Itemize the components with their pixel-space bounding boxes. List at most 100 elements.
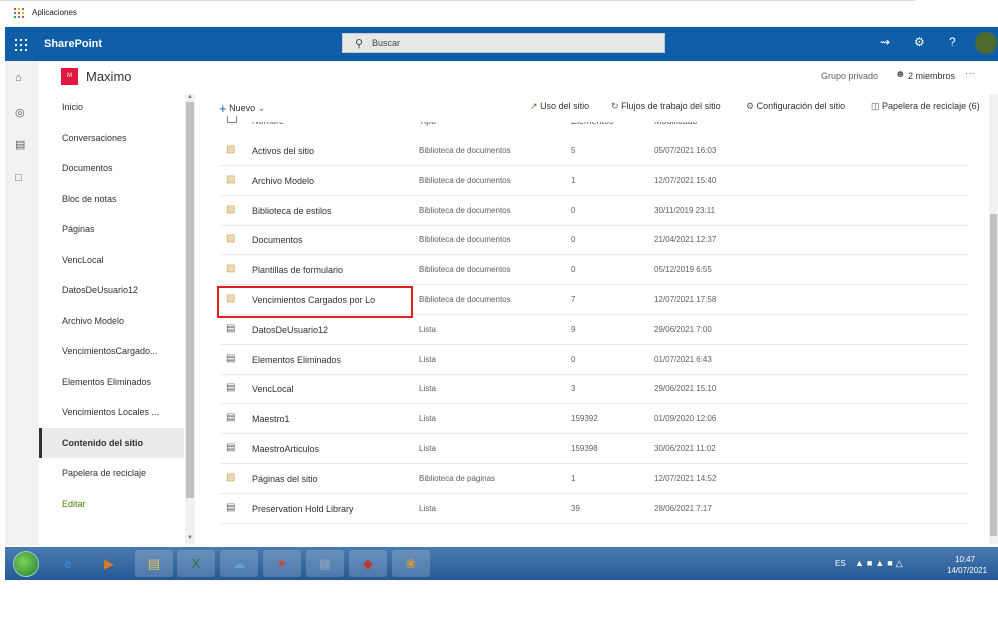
row-type: Biblioteca de documentos bbox=[419, 295, 511, 304]
row-name[interactable]: Maestro1 bbox=[252, 414, 382, 424]
nav-item-vencimientos-cargados[interactable]: VencimientosCargado... bbox=[62, 346, 158, 356]
taskbar: e ▶ ▤ X ☁ ✶ ▦ ◆ ❀ ES ▲■▲■△ 10:47 14/07/2021 bbox=[5, 547, 998, 580]
search-icon: ⚲ bbox=[355, 38, 364, 50]
row-name[interactable]: DatosDeUsuario12 bbox=[252, 325, 382, 335]
media-player-icon: ▶ bbox=[104, 556, 114, 571]
document-icon[interactable]: □ bbox=[15, 172, 22, 184]
row-type: Lista bbox=[419, 414, 436, 423]
nav-item-datosdeusuario12[interactable]: DatosDeUsuario12 bbox=[62, 285, 138, 295]
row-count: 159398 bbox=[571, 444, 598, 453]
row-name[interactable]: Activos del sitio bbox=[252, 146, 382, 156]
nav-item-archivo-modelo[interactable]: Archivo Modelo bbox=[62, 316, 124, 326]
site-usage-button[interactable]: ↗ Uso del sitio bbox=[530, 101, 589, 112]
workflows-button[interactable]: ↻ Flujos de trabajo del sitio bbox=[611, 101, 721, 112]
select-all-checkbox[interactable] bbox=[227, 116, 237, 123]
row-name[interactable]: Plantillas de formulario bbox=[252, 265, 382, 275]
megaphone-icon[interactable]: ⇝ bbox=[880, 35, 890, 49]
recycle-bin-button[interactable]: ◫ Papelera de reciclaje (6) bbox=[871, 101, 980, 112]
row-type: Lista bbox=[419, 504, 436, 513]
row-count: 159392 bbox=[571, 414, 598, 423]
nav-item-conversaciones[interactable]: Conversaciones bbox=[62, 133, 127, 143]
row-name[interactable]: MaestroArticulos bbox=[252, 444, 382, 454]
help-icon[interactable]: ? bbox=[949, 35, 956, 49]
nav-edit-link[interactable]: Editar bbox=[62, 499, 86, 509]
row-modified: 01/07/2021 6:43 bbox=[654, 355, 712, 364]
taskbar-explorer-button[interactable]: ▤ bbox=[135, 550, 173, 577]
nav-item-elementos-eliminados[interactable]: Elementos Eliminados bbox=[62, 377, 151, 387]
row-name[interactable]: Elementos Eliminados bbox=[252, 355, 382, 365]
apps-grid-icon[interactable] bbox=[14, 8, 24, 18]
scroll-up-icon[interactable]: ▲ bbox=[187, 94, 193, 100]
row-divider bbox=[220, 284, 968, 285]
site-settings-button[interactable]: ⚙ Configuración del sitio bbox=[746, 101, 845, 112]
scroll-down-icon[interactable]: ▼ bbox=[187, 535, 193, 541]
row-name[interactable]: Páginas del sitio bbox=[252, 474, 382, 484]
members-link[interactable]: 2 miembros bbox=[908, 71, 955, 81]
taskbar-ie-button[interactable]: e bbox=[49, 550, 87, 577]
more-options-icon[interactable]: ··· bbox=[965, 68, 975, 79]
clock-time[interactable]: 10:47 bbox=[955, 555, 975, 564]
clock-date[interactable]: 14/07/2021 bbox=[947, 566, 987, 575]
nav-item-bloc-de-notas[interactable]: Bloc de notas bbox=[62, 194, 117, 204]
person-icon: ☻ bbox=[895, 69, 906, 80]
header-overlap bbox=[196, 112, 991, 122]
language-indicator[interactable]: ES bbox=[835, 559, 846, 568]
nav-item-venclocal[interactable]: VencLocal bbox=[62, 255, 104, 265]
row-name[interactable]: VencLocal bbox=[252, 384, 382, 394]
library-icon: ▧ bbox=[226, 472, 236, 483]
apps-bookmark[interactable]: Aplicaciones bbox=[32, 8, 77, 17]
gear-icon[interactable]: ⚙ bbox=[914, 35, 925, 49]
news-icon[interactable]: ▤ bbox=[15, 138, 25, 151]
row-divider bbox=[220, 165, 968, 166]
search-input[interactable]: Buscar bbox=[372, 38, 400, 48]
row-name[interactable]: Preservation Hold Library bbox=[252, 504, 382, 514]
app-launcher-icon[interactable] bbox=[15, 39, 27, 51]
site-logo[interactable]: M bbox=[61, 68, 78, 85]
taskbar-app2-button[interactable]: ◆ bbox=[349, 550, 387, 577]
globe-icon[interactable]: ◎ bbox=[15, 106, 25, 119]
nav-item-contenido-del-sitio[interactable]: Contenido del sitio bbox=[62, 438, 143, 448]
row-divider bbox=[220, 403, 968, 404]
row-modified: 12/07/2021 14:52 bbox=[654, 474, 717, 483]
row-divider bbox=[220, 523, 968, 524]
main-scrollbar-thumb[interactable] bbox=[990, 214, 997, 536]
taskbar-calculator-button[interactable]: ▦ bbox=[306, 550, 344, 577]
row-name[interactable]: Biblioteca de estilos bbox=[252, 206, 382, 216]
start-button[interactable] bbox=[13, 551, 39, 577]
nav-scrollbar-thumb[interactable] bbox=[186, 102, 194, 498]
avatar[interactable] bbox=[975, 32, 997, 54]
tray-icons[interactable]: ▲■▲■△ bbox=[855, 558, 906, 569]
row-modified: 29/06/2021 7:00 bbox=[654, 325, 712, 334]
taskbar-paint-button[interactable]: ❀ bbox=[392, 550, 430, 577]
list-icon: ▤ bbox=[226, 502, 236, 513]
group-privacy: Grupo privado bbox=[821, 71, 879, 81]
row-count: 9 bbox=[571, 325, 576, 334]
taskbar-onedrive-button[interactable]: ☁ bbox=[220, 550, 258, 577]
search-box[interactable]: ⚲ Buscar bbox=[342, 33, 665, 53]
row-count: 5 bbox=[571, 146, 576, 155]
ie-icon: e bbox=[64, 556, 72, 571]
nav-item-paginas[interactable]: Páginas bbox=[62, 224, 95, 234]
row-divider bbox=[220, 344, 968, 345]
taskbar-app-button[interactable]: ✶ bbox=[263, 550, 301, 577]
list-icon: ▤ bbox=[226, 353, 236, 364]
site-title[interactable]: Maximo bbox=[86, 69, 132, 84]
row-type: Biblioteca de documentos bbox=[419, 235, 511, 244]
row-count: 0 bbox=[571, 206, 576, 215]
library-icon: ▧ bbox=[226, 233, 236, 244]
nav-item-vencimientos-locales[interactable]: Vencimientos Locales ... bbox=[62, 407, 159, 417]
row-name[interactable]: Archivo Modelo bbox=[252, 176, 382, 186]
app-title[interactable]: SharePoint bbox=[44, 38, 102, 50]
row-divider bbox=[220, 254, 968, 255]
row-modified: 29/06/2021 15:10 bbox=[654, 384, 717, 393]
row-modified: 28/06/2021 7:17 bbox=[654, 504, 712, 513]
home-icon[interactable]: ⌂ bbox=[15, 72, 22, 84]
taskbar-excel-button[interactable]: X bbox=[177, 550, 215, 577]
nav-item-documentos[interactable]: Documentos bbox=[62, 163, 113, 173]
taskbar-media-player-button[interactable]: ▶ bbox=[90, 550, 128, 577]
row-name[interactable]: Documentos bbox=[252, 235, 382, 245]
row-count: 1 bbox=[571, 474, 576, 483]
nav-item-papelera[interactable]: Papelera de reciclaje bbox=[62, 468, 146, 478]
nav-item-inicio[interactable]: Inicio bbox=[62, 102, 83, 112]
site-usage-label: Uso del sitio bbox=[540, 101, 590, 111]
